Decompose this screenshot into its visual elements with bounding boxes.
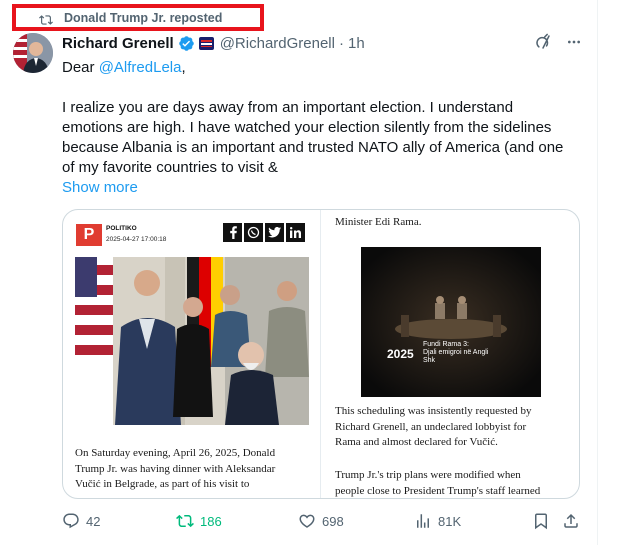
- tweet-greeting: Dear @AlfredLela,: [62, 58, 582, 78]
- article-photo: [75, 257, 309, 425]
- grok-icon[interactable]: [534, 33, 552, 51]
- tweet-line: emotions are high. I have watched your e…: [62, 119, 552, 136]
- tweet-line: I realize you are days away from an impo…: [62, 99, 514, 116]
- repost-button[interactable]: 186: [176, 512, 222, 530]
- repost-label: Donald Trump Jr. reposted: [64, 10, 223, 25]
- author-name[interactable]: Richard Grenell: [62, 35, 174, 52]
- video-title: Fundi Rama 3: Djali emigroi në Angli Shk: [423, 341, 488, 365]
- politiko-logo: P: [76, 224, 102, 246]
- affiliate-badge-icon[interactable]: [198, 36, 214, 50]
- article-line: Minister Edi Rama.: [335, 216, 422, 228]
- author-avatar[interactable]: [13, 33, 53, 73]
- article-line: Trump Jr. was having dinner with Aleksan…: [75, 462, 276, 475]
- repost-icon: [176, 514, 194, 528]
- more-options-icon[interactable]: [566, 33, 582, 51]
- bookmark-button[interactable]: [532, 512, 556, 530]
- analytics-icon: [417, 514, 429, 528]
- post-time[interactable]: 1h: [348, 35, 365, 52]
- repost-icon: [39, 15, 53, 25]
- media-card[interactable]: P POLITIKO 2025-04-27 17:00:18 On Saturd…: [62, 209, 580, 499]
- facebook-icon: [223, 223, 242, 242]
- article-datetime: 2025-04-27 17:00:18: [106, 236, 167, 243]
- repost-context[interactable]: Donald Trump Jr. reposted: [12, 4, 264, 31]
- tweet-top-actions: [534, 33, 582, 51]
- article-right-top: Minister Edi Rama.: [335, 215, 421, 231]
- video-title-line: Fundi Rama 3:: [423, 341, 469, 348]
- tweet-line: because Albania is an important and trus…: [62, 139, 564, 156]
- repost-count: 186: [200, 513, 222, 529]
- article-left-text: On Saturday evening, April 26, 2025, Don…: [75, 446, 313, 493]
- tweet-text: Dear @AlfredLela, I realize you are days…: [62, 58, 582, 198]
- like-button[interactable]: 698: [298, 512, 344, 530]
- tweet-header: Richard Grenell @RichardGrenell · 1h: [62, 33, 365, 53]
- reply-count: 42: [86, 513, 101, 529]
- article-line: Trump Jr.'s trip plans were modified whe…: [335, 469, 521, 481]
- article-right-body-1: This scheduling was insistently requeste…: [335, 404, 531, 451]
- tweet-line: of my favorite countries to visit &: [62, 159, 278, 176]
- timeline-border: [597, 0, 598, 545]
- author-handle[interactable]: @RichardGrenell: [220, 35, 335, 52]
- share-button[interactable]: [562, 512, 586, 530]
- article-line: Vučić in Belgrade, as part of his visit …: [75, 478, 250, 490]
- article-line: people close to President Trump's staff …: [335, 484, 541, 497]
- tweet-actions: 42 186 698 81K: [62, 512, 582, 532]
- article-line: On Saturday evening, April 26, 2025, Don…: [75, 447, 276, 459]
- show-more-link[interactable]: Show more: [62, 178, 582, 198]
- politiko-brand: POLITIKO: [106, 225, 137, 232]
- twitter-icon: [265, 223, 284, 242]
- whatsapp-icon: [244, 223, 263, 242]
- mention-link[interactable]: @AlfredLela: [99, 59, 182, 76]
- like-count: 698: [322, 513, 344, 529]
- article-line: Richard Grenell, an undeclared lobbyist …: [335, 420, 527, 433]
- video-year: 2025: [387, 347, 414, 361]
- linkedin-icon: [286, 223, 305, 242]
- views-button[interactable]: 81K: [414, 512, 461, 530]
- article-line: This scheduling was insistently requeste…: [335, 405, 532, 417]
- video-title-line: Shk: [423, 357, 436, 364]
- separator-dot: ·: [338, 34, 344, 52]
- share-icons: [223, 223, 307, 242]
- reply-icon: [63, 513, 79, 529]
- verified-badge-icon[interactable]: [178, 35, 195, 52]
- greeting-end: ,: [181, 59, 186, 76]
- card-divider: [320, 210, 321, 498]
- video-title-line: Djali emigroi në Angli: [423, 349, 489, 356]
- article-line: Rama and almost declared for Vučić.: [335, 436, 498, 448]
- bookmark-icon: [535, 513, 547, 530]
- reply-button[interactable]: 42: [62, 512, 100, 530]
- view-count: 81K: [438, 513, 462, 529]
- share-icon: [564, 513, 578, 528]
- greeting-text: Dear: [62, 59, 99, 76]
- embedded-video[interactable]: 2025 Fundi Rama 3: Djali emigroi në Angl…: [361, 247, 541, 397]
- article-right-body-2: Trump Jr.'s trip plans were modified whe…: [335, 468, 541, 498]
- heart-icon: [299, 514, 315, 528]
